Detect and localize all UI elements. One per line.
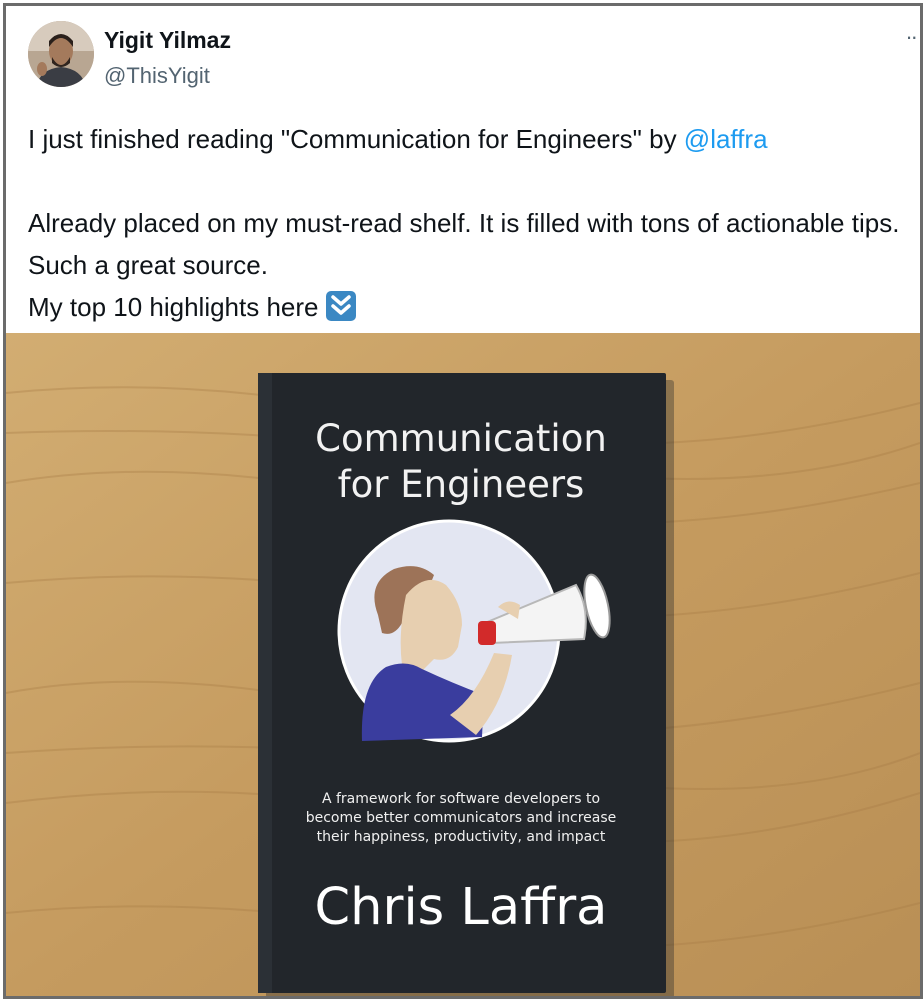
tweet-line-1-text: I just finished reading "Communication f… — [28, 124, 684, 154]
avatar[interactable] — [28, 21, 94, 87]
book-title-line-2: for Engineers — [338, 463, 585, 506]
double-down-arrow-icon — [325, 291, 356, 321]
mention-link[interactable]: @laffra — [684, 124, 768, 154]
book-subtitle-line-3: their happiness, productivity, and impac… — [317, 829, 606, 845]
book-author: Chris Laffra — [315, 878, 608, 937]
tweet-text: I just finished reading "Communication f… — [28, 118, 920, 328]
author-handle[interactable]: @ThisYigit — [104, 63, 210, 89]
book-photo: Communication for Engineers A framework … — [6, 333, 920, 996]
tweet-line-1: I just finished reading "Communication f… — [28, 118, 920, 160]
book-title-line-1: Communication — [315, 417, 607, 460]
avatar-image — [28, 21, 94, 87]
book-subtitle-line-1: A framework for software developers to — [322, 791, 600, 807]
author-name[interactable]: Yigit Yilmaz — [104, 27, 231, 54]
tweet-line-3: My top 10 highlights here — [28, 286, 920, 328]
tweet-photo[interactable]: Communication for Engineers A framework … — [6, 333, 920, 996]
more-options-icon[interactable]: ·· — [905, 24, 918, 50]
tweet-header: Yigit Yilmaz @ThisYigit ·· — [6, 6, 920, 106]
tweet-card: Yigit Yilmaz @ThisYigit ·· I just finish… — [3, 3, 923, 999]
tweet-line-3-text: My top 10 highlights here — [28, 292, 319, 322]
tweet-paragraph-2: Already placed on my must-read shelf. It… — [28, 208, 900, 280]
book-subtitle-line-2: become better communicators and increase — [306, 810, 617, 826]
